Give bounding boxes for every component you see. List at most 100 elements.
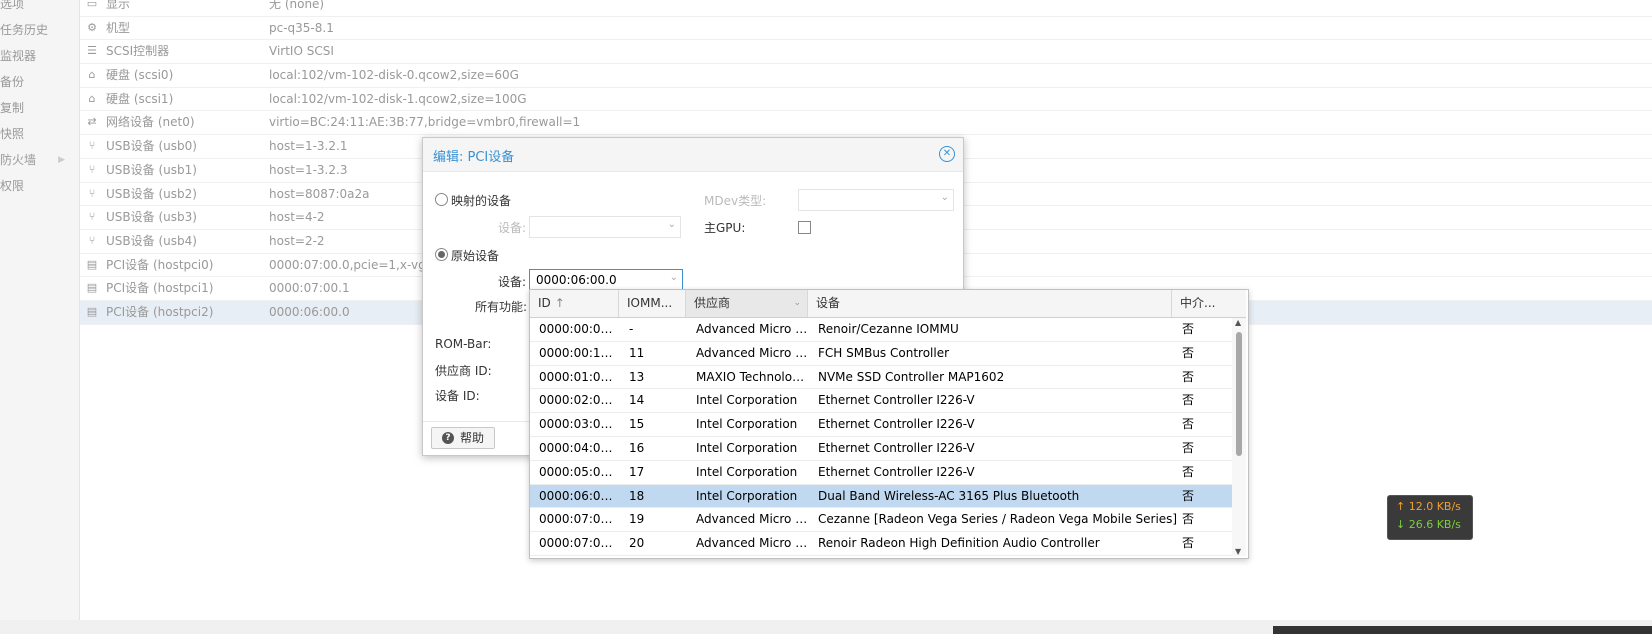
hardware-row[interactable]: ⇄ 网络设备 (net0) virtio=BC:24:11:AE:3B:77,bri… [80,111,1652,136]
hardware-name: 显示 [106,0,131,11]
cell-iommu: 16 [629,440,645,455]
raw-device-radio[interactable] [435,248,448,261]
column-header-id[interactable]: ID ↑ [530,290,619,317]
column-header-device[interactable]: 设备 [808,290,1172,317]
usb-icon: ⑂ [88,210,96,224]
picker-scrollbar[interactable]: ▲ ▼ [1232,318,1246,556]
column-header-mdev[interactable]: 中介... [1172,290,1246,317]
picker-row[interactable]: 0000:05:00.0 17 Intel Corporation Ethernet … [530,461,1232,485]
cell-vendor: Advanced Micro Devices, Inc. [AMD] [696,322,808,336]
cell-id: 0000:07:00.1 [539,536,619,551]
scrollbar-thumb[interactable] [1236,332,1242,456]
nav-item-label: 选项 [0,0,25,11]
scroll-up-icon[interactable]: ▲ [1235,318,1241,327]
hardware-value: 0000:06:00.0 [269,304,350,319]
mapped-device-radio[interactable] [435,193,448,206]
picker-row[interactable]: 0000:07:00.0 19 Advanced Micro Devices, In… [530,508,1232,533]
picker-body: 0000:00:00.2- Advanced Micro Devices, Inc… [530,318,1232,556]
column-label: IOMM... [627,296,673,310]
cell-device: Ethernet Controller I226-V [818,417,975,432]
cell-id: 0000:02:00.0 [539,393,619,408]
hardware-value: 0000:07:00.1 [269,281,350,296]
close-icon[interactable]: ✕ [939,146,955,162]
picker-row[interactable]: 0000:04:00.0 16 Intel Corporation Ethernet … [530,437,1232,461]
cell-iommu: 13 [629,369,645,384]
hardware-name: USB设备 (usb4) [106,233,197,248]
nav-item[interactable]: 备份 [0,69,79,95]
mdev-type-combo[interactable]: ⌄ [798,189,954,211]
hardware-name: 网络设备 (net0) [106,115,195,130]
cell-mdev: 否 [1182,393,1195,408]
cell-iommu: 14 [629,393,645,408]
upload-speed: ↑ 12.0 KB/s [1396,500,1461,513]
picker-row[interactable]: 0000:06:00.0 18 Intel Corporation Dual Band… [530,484,1232,509]
raw-device-combo[interactable]: 0000:06:00.0 ⌄ [529,269,683,291]
nav-item[interactable]: 防火墙 ▶ [0,147,79,173]
hardware-value: local:102/vm-102-disk-1.qcow2,size=100G [269,91,527,106]
cell-id: 0000:05:00.0 [539,464,619,479]
picker-row[interactable]: 0000:01:00.0 13 MAXIO Technology (Hangzhou… [530,366,1232,390]
download-speed: ↓ 26.6 KB/s [1396,518,1461,531]
nav-item[interactable]: 任务历史 [0,17,79,43]
cell-iommu: 20 [629,536,645,551]
taskbar-strip [1273,626,1652,634]
sort-ascending-icon: ↑ [554,296,565,310]
cell-vendor: Intel Corporation [696,417,798,432]
cell-mdev: 否 [1182,512,1195,527]
cell-mdev: 否 [1182,536,1195,551]
chevron-down-icon[interactable]: ⌄ [941,192,949,203]
usb-icon: ⑂ [88,139,96,153]
hardware-value: local:102/vm-102-disk-0.qcow2,size=60G [269,68,519,83]
cell-device: Dual Band Wireless-AC 3165 Plus Bluetoot… [818,488,1080,503]
cell-mdev: 否 [1182,345,1195,360]
mdev-type-label: MDev类型: [704,194,767,208]
picker-row[interactable]: 0000:02:00.0 14 Intel Corporation Ethernet … [530,389,1232,414]
column-header-vendor[interactable]: 供应商 ⌄ [686,290,808,317]
dialog-header: 编辑: PCI设备 ✕ [423,138,963,172]
usb-icon: ⑂ [88,233,96,247]
hardware-row[interactable]: ⚙ 机型 pc-q35-8.1 [80,17,1652,41]
cell-device: Renoir/Cezanne IOMMU [818,322,959,336]
mapped-device-combo[interactable]: ⌄ [529,216,681,238]
hardware-name: SCSI控制器 [106,44,170,59]
hardware-value: host=1-3.2.3 [269,162,348,177]
hardware-name: 机型 [106,20,131,35]
picker-row[interactable]: 0000:00:14.0 11 Advanced Micro Devices, In… [530,342,1232,366]
nav-item[interactable]: 监视器 [0,43,79,69]
column-label: 供应商 [694,296,731,310]
picker-header: ID ↑ IOMM... 供应商 ⌄ 设备 中介... [530,290,1246,318]
hardware-value: VirtIO SCSI [269,44,334,59]
hardware-row[interactable]: ▭ 显示 无 (none) [80,0,1652,17]
picker-row[interactable]: 0000:07:00.1 20 Advanced Micro Devices, In… [530,532,1232,556]
hardware-row[interactable]: ☰ SCSI控制器 VirtIO SCSI [80,40,1652,65]
nav-item[interactable]: 快照 [0,121,79,147]
vendor-id-label: 供应商 ID: [435,364,492,378]
chevron-down-icon[interactable]: ⌄ [668,219,676,230]
scroll-down-icon[interactable]: ▼ [1235,547,1241,556]
column-label: 中介... [1180,296,1216,310]
help-button[interactable]: ? 帮助 [431,427,495,449]
column-label: 设备 [816,296,841,310]
cell-id: 0000:07:00.0 [539,512,619,527]
dialog-title: 编辑: PCI设备 [433,150,515,165]
cell-id: 0000:06:00.0 [539,488,619,503]
nav-item-label: 任务历史 [0,23,49,37]
hardware-row[interactable]: ⌂ 硬盘 (scsi1) local:102/vm-102-disk-1.qcow2… [80,88,1652,112]
nav-item[interactable]: 复制 [0,95,79,121]
rombar-label: ROM-Bar: [435,337,492,351]
nav-item[interactable]: 选项 [0,0,79,17]
nav-item-label: 监视器 [0,49,37,63]
pci-card-icon: ▤ [86,281,98,295]
chevron-right-icon[interactable]: ▶ [58,147,65,173]
usb-icon: ⑂ [88,162,96,176]
column-menu-icon[interactable]: ⌄ [793,290,801,317]
picker-row[interactable]: 0000:03:00.0 15 Intel Corporation Ethernet … [530,413,1232,437]
raw-device-field-label: 设备: [498,275,527,289]
chevron-down-icon[interactable]: ⌄ [670,272,678,283]
column-header-iommu[interactable]: IOMM... [619,290,686,317]
exchange-icon: ⇄ [87,115,97,129]
picker-row[interactable]: 0000:00:00.2- Advanced Micro Devices, Inc… [530,318,1232,342]
hardware-row[interactable]: ⌂ 硬盘 (scsi0) local:102/vm-102-disk-0.qcow2… [80,64,1652,88]
primary-gpu-checkbox[interactable] [798,221,811,234]
nav-item[interactable]: 权限 [0,173,79,199]
